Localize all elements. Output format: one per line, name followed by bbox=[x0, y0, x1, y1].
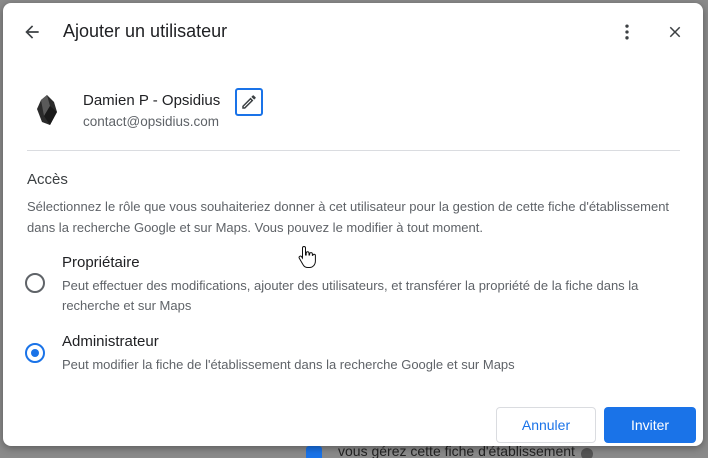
invite-button[interactable]: Inviter bbox=[604, 407, 696, 443]
admin-radio[interactable] bbox=[25, 343, 45, 363]
radio-selected-dot bbox=[31, 349, 39, 357]
user-name: Damien P - Opsidius bbox=[83, 92, 221, 109]
access-description: Sélectionnez le rôle que vous souhaiteri… bbox=[27, 199, 670, 235]
user-email: contact@opsidius.com bbox=[83, 114, 220, 129]
admin-description: Peut modifier la fiche de l'établissemen… bbox=[62, 357, 515, 372]
cancel-button[interactable]: Annuler bbox=[496, 407, 596, 443]
owner-radio[interactable] bbox=[25, 273, 45, 293]
close-button[interactable] bbox=[657, 14, 693, 50]
hand-cursor-icon bbox=[298, 245, 316, 268]
back-button[interactable] bbox=[14, 14, 50, 50]
admin-label: Administrateur bbox=[62, 333, 159, 350]
access-section-title: Accès bbox=[27, 171, 68, 188]
owner-description: Peut effectuer des modifications, ajoute… bbox=[62, 278, 639, 313]
obsidian-avatar-icon bbox=[37, 95, 57, 125]
pencil-icon bbox=[242, 95, 256, 109]
divider bbox=[27, 150, 680, 151]
close-icon bbox=[669, 26, 681, 38]
dialog-title: Ajouter un utilisateur bbox=[63, 21, 228, 41]
info-icon bbox=[581, 448, 593, 458]
arrow-back-icon bbox=[25, 25, 39, 39]
more-vert-icon bbox=[625, 24, 629, 40]
backdrop-checkbox bbox=[306, 446, 322, 458]
add-user-dialog: Ajouter un utilisateur Damien P - Opsidi… bbox=[3, 3, 703, 446]
edit-user-button[interactable] bbox=[235, 88, 263, 116]
more-options-button[interactable] bbox=[609, 14, 645, 50]
owner-label: Propriétaire bbox=[62, 254, 140, 271]
user-info: Damien P - Opsidius contact@opsidius.com bbox=[35, 88, 675, 139]
dialog-header: Ajouter un utilisateur bbox=[3, 3, 703, 61]
